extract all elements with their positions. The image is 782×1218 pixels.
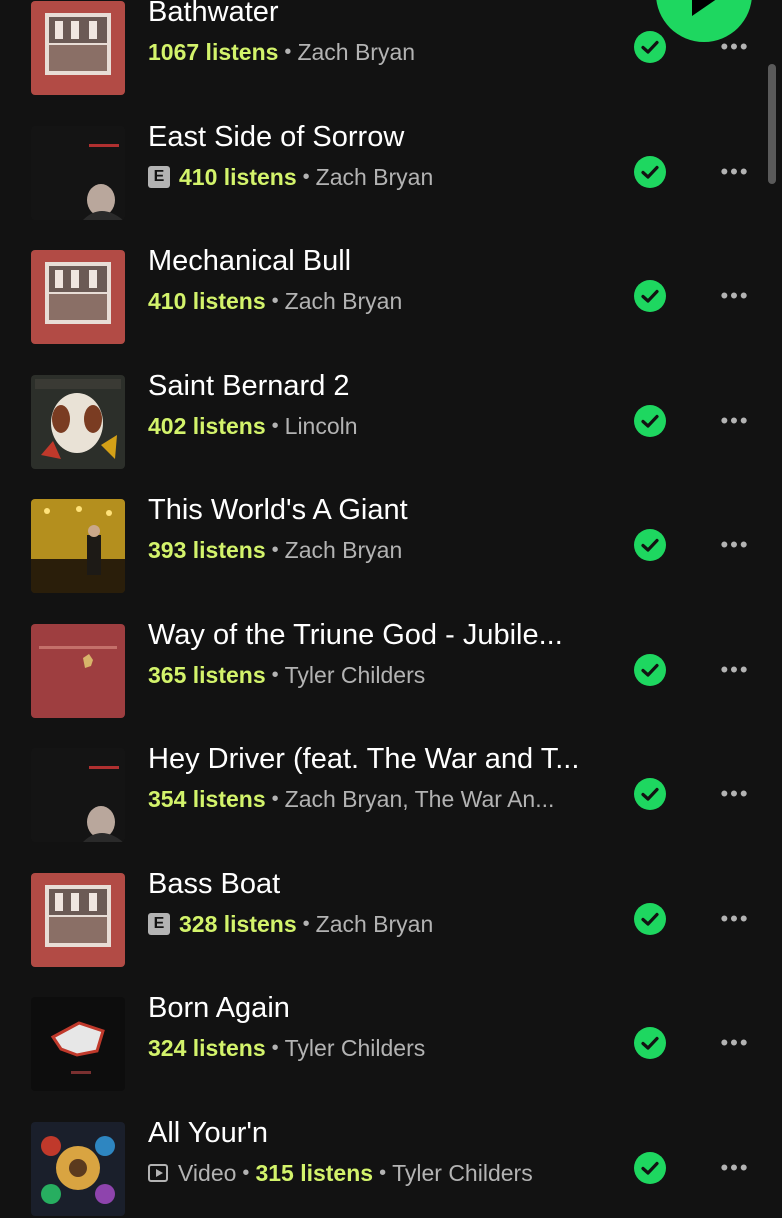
track-artist[interactable]: Tyler Childers <box>285 1033 426 1063</box>
track-meta: Video • 315 listens • Tyler Childers <box>148 1158 533 1188</box>
check-circle-icon[interactable] <box>634 1151 666 1184</box>
track-meta: 324 listens • Tyler Childers <box>148 1033 425 1063</box>
check-circle-icon[interactable] <box>634 529 666 561</box>
track-row[interactable]: All Your'n Video • 315 listens • Tyler Childe… <box>0 1094 782 1218</box>
track-row[interactable]: Saint Bernard 2 402 listens • Lincoln ••• <box>0 347 782 471</box>
more-options-icon[interactable]: ••• <box>712 282 758 310</box>
listen-count: 393 listens <box>148 537 266 563</box>
check-circle-icon[interactable] <box>634 31 666 63</box>
track-title: Hey Driver (feat. The War and T... <box>148 743 580 775</box>
separator-dot: • <box>271 788 279 810</box>
check-circle-icon[interactable] <box>634 1027 666 1059</box>
check-circle-icon[interactable] <box>634 280 666 312</box>
track-row[interactable]: Born Again 324 listens • Tyler Childers ••• <box>0 969 782 1093</box>
listen-count: 402 listens <box>148 412 266 439</box>
track-title: East Side of Sorrow <box>148 120 405 153</box>
track-title: Bathwater <box>148 0 279 28</box>
track-artist[interactable]: Tyler Childers <box>392 1158 533 1188</box>
track-artist[interactable]: Lincoln <box>285 411 358 441</box>
separator-dot: • <box>302 912 310 935</box>
track-title: Way of the Triune God - Jubile... <box>148 618 563 651</box>
album-art <box>31 250 125 344</box>
separator-dot: • <box>271 539 279 561</box>
listen-count: 410 listens <box>148 288 266 314</box>
track-title: Saint Bernard 2 <box>148 369 350 402</box>
album-art <box>31 1 125 95</box>
track-artist[interactable]: Zach Bryan <box>285 535 403 565</box>
separator-dot: • <box>271 414 279 437</box>
track-row[interactable]: Hey Driver (feat. The War and T... 354 li… <box>0 720 782 844</box>
album-art <box>31 623 125 718</box>
track-meta: E 328 listens • Zach Bryan <box>148 909 433 939</box>
album-art <box>31 374 125 469</box>
album-art <box>31 872 125 967</box>
separator-dot: • <box>379 1161 387 1184</box>
track-artist[interactable]: Zach Bryan <box>316 162 434 192</box>
check-circle-icon[interactable] <box>634 404 666 437</box>
track-title: This World's A Giant <box>148 494 408 526</box>
album-art <box>31 125 125 220</box>
track-artist[interactable]: Zach Bryan <box>316 909 434 939</box>
track-meta: 410 listens • Zach Bryan <box>148 286 402 316</box>
video-label: Video <box>178 1159 237 1186</box>
track-row[interactable]: East Side of Sorrow E 410 listens • Zach Bry… <box>0 98 782 222</box>
separator-dot: • <box>271 290 279 312</box>
more-options-icon[interactable]: ••• <box>712 656 758 684</box>
listen-count: 328 listens <box>179 910 297 937</box>
scrollbar[interactable] <box>768 64 776 184</box>
track-row[interactable]: This World's A Giant 393 listens • Zach Bry… <box>0 471 782 595</box>
check-circle-icon[interactable] <box>634 155 666 188</box>
track-row[interactable]: Bass Boat E 328 listens • Zach Bryan ••• <box>0 845 782 969</box>
listen-count: 354 listens <box>148 786 266 812</box>
check-circle-icon[interactable] <box>634 653 666 686</box>
separator-dot: • <box>271 663 279 686</box>
video-icon <box>148 1163 168 1182</box>
separator-dot: • <box>284 41 292 63</box>
more-options-icon[interactable]: ••• <box>712 1029 758 1057</box>
album-art <box>31 1121 125 1216</box>
track-meta: E 410 listens • Zach Bryan <box>148 162 433 192</box>
track-title: Mechanical Bull <box>148 245 352 277</box>
listen-count: 324 listens <box>148 1035 266 1061</box>
track-artist[interactable]: Zach Bryan <box>297 37 415 67</box>
listen-count: 1067 listens <box>148 39 279 65</box>
track-meta: 365 listens • Tyler Childers <box>148 660 425 690</box>
track-row[interactable]: Way of the Triune God - Jubile... 365 lis… <box>0 596 782 720</box>
track-title: Bass Boat <box>148 867 281 900</box>
album-art <box>31 499 125 593</box>
track-title: Born Again <box>148 992 290 1024</box>
track-artist[interactable]: Zach Bryan, The War An... <box>285 784 555 814</box>
more-options-icon[interactable]: ••• <box>712 780 758 808</box>
more-options-icon[interactable]: ••• <box>712 1154 758 1182</box>
explicit-badge: E <box>148 912 170 935</box>
track-meta: 354 listens • Zach Bryan, The War An... <box>148 784 554 814</box>
more-options-icon[interactable]: ••• <box>712 905 758 933</box>
track-meta: 393 listens • Zach Bryan <box>148 535 402 565</box>
album-art <box>31 997 125 1091</box>
separator-dot: • <box>242 1161 250 1184</box>
more-options-icon[interactable]: ••• <box>712 158 758 186</box>
separator-dot: • <box>271 1037 279 1059</box>
explicit-badge: E <box>148 165 170 188</box>
track-title: All Your'n <box>148 1116 269 1149</box>
listen-count: 365 listens <box>148 661 266 688</box>
track-row[interactable]: Mechanical Bull 410 listens • Zach Bryan ••• <box>0 222 782 346</box>
track-artist[interactable]: Tyler Childers <box>285 660 426 690</box>
track-artist[interactable]: Zach Bryan <box>285 286 403 316</box>
listen-count: 315 listens <box>255 1159 374 1186</box>
more-options-icon[interactable]: ••• <box>712 531 758 559</box>
more-options-icon[interactable]: ••• <box>712 407 758 435</box>
separator-dot: • <box>302 165 310 188</box>
check-circle-icon[interactable] <box>634 778 666 810</box>
album-art <box>31 748 125 842</box>
track-meta: 402 listens • Lincoln <box>148 411 358 441</box>
listen-count: 410 listens <box>179 163 297 190</box>
check-circle-icon[interactable] <box>634 902 666 935</box>
track-meta: 1067 listens • Zach Bryan <box>148 37 415 67</box>
